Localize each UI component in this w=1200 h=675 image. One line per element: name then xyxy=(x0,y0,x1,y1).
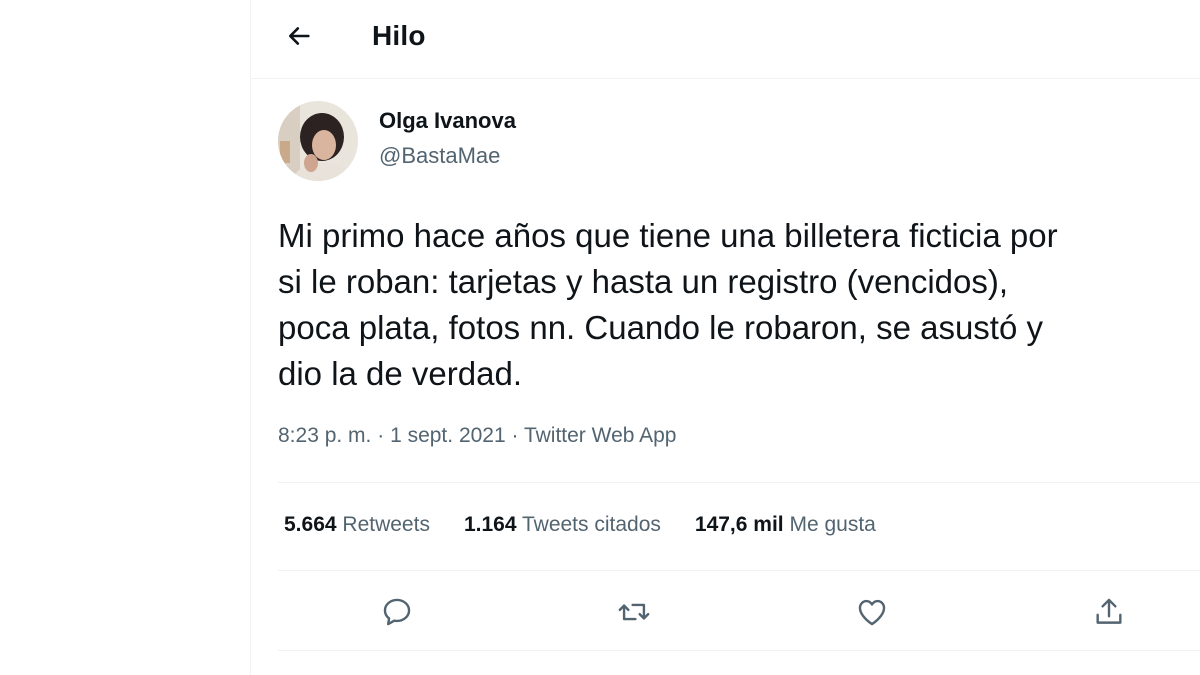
like-button[interactable] xyxy=(852,592,892,632)
tweet-source[interactable]: Twitter Web App xyxy=(524,424,677,447)
back-button[interactable] xyxy=(279,18,319,54)
meta-separator: · xyxy=(371,424,391,447)
reply-icon xyxy=(383,598,411,626)
page-title: Hilo xyxy=(372,20,426,51)
divider xyxy=(278,570,1200,571)
likes-label: Me gusta xyxy=(789,513,876,536)
likes-stat[interactable]: 147,6 mil Me gusta xyxy=(695,513,876,537)
main-column: Hilo Olga Ivanova @BastaMae Mi primo hac… xyxy=(251,0,1200,675)
retweet-button[interactable] xyxy=(614,592,654,632)
reply-button[interactable] xyxy=(377,592,417,632)
quotes-label: Tweets citados xyxy=(521,513,661,536)
tweet-text: Mi primo hace años que tiene una billete… xyxy=(278,217,1058,392)
likes-count: 147,6 mil xyxy=(694,513,784,536)
avatar[interactable] xyxy=(278,101,358,181)
avatar-image xyxy=(278,101,358,181)
retweets-stat[interactable]: 5.664 Retweets xyxy=(284,513,430,537)
tweet-date[interactable]: 1 sept. 2021 xyxy=(390,424,506,447)
like-icon xyxy=(858,599,886,626)
thread-header: Hilo xyxy=(251,0,1200,79)
left-sidebar-area xyxy=(0,0,251,675)
meta-separator: · xyxy=(505,424,524,447)
retweets-label: Retweets xyxy=(342,513,430,536)
author-name[interactable]: Olga Ivanova xyxy=(379,108,516,134)
retweets-count: 5.664 xyxy=(284,513,337,536)
share-button[interactable] xyxy=(1089,592,1129,632)
divider xyxy=(278,650,1200,651)
arrow-left-icon xyxy=(288,27,310,45)
divider xyxy=(278,482,1200,483)
author-handle[interactable]: @BastaMae xyxy=(379,143,500,169)
tweet-metadata: 8:23 p. m. · 1 sept. 2021 · Twitter Web … xyxy=(278,424,676,448)
quotes-stat[interactable]: 1.164 Tweets citados xyxy=(464,513,661,537)
thread-page: Hilo Olga Ivanova @BastaMae Mi primo hac… xyxy=(0,0,1200,675)
quotes-count: 1.164 xyxy=(463,513,517,536)
tweet-time[interactable]: 8:23 p. m. xyxy=(278,424,371,447)
share-icon xyxy=(1096,598,1122,624)
tweet-stats: 5.664 Retweets 1.164 Tweets citados 147,… xyxy=(284,513,910,537)
retweet-icon xyxy=(618,603,650,621)
